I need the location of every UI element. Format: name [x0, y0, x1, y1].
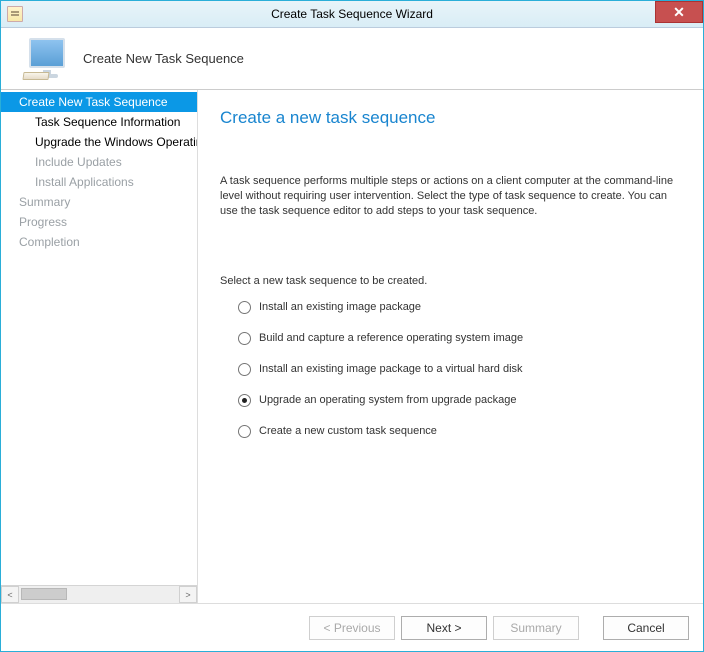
scroll-track[interactable]	[19, 586, 179, 603]
nav-list: Create New Task Sequence Task Sequence I…	[1, 90, 197, 585]
sidebar-horizontal-scrollbar[interactable]: < >	[1, 585, 197, 603]
titlebar[interactable]: Create Task Sequence Wizard ✕	[1, 1, 703, 28]
cancel-button[interactable]: Cancel	[603, 616, 689, 640]
nav-upgrade-windows-os[interactable]: Upgrade the Windows Operating System	[1, 132, 197, 152]
nav-completion[interactable]: Completion	[1, 232, 197, 252]
close-button[interactable]: ✕	[655, 1, 703, 23]
radio-icon	[238, 301, 251, 314]
window-title: Create Task Sequence Wizard	[1, 7, 703, 21]
nav-create-new-task-sequence[interactable]: Create New Task Sequence	[1, 92, 197, 112]
header: Create New Task Sequence	[1, 28, 703, 90]
previous-button[interactable]: < Previous	[309, 616, 395, 640]
option-label: Upgrade an operating system from upgrade…	[259, 394, 516, 406]
radio-icon	[238, 332, 251, 345]
nav-summary[interactable]: Summary	[1, 192, 197, 212]
next-button[interactable]: Next >	[401, 616, 487, 640]
option-label: Build and capture a reference operating …	[259, 332, 523, 344]
page-description: A task sequence performs multiple steps …	[220, 174, 683, 219]
nav-progress[interactable]: Progress	[1, 212, 197, 232]
option-install-to-vhd[interactable]: Install an existing image package to a v…	[238, 363, 683, 376]
wizard-window: Create Task Sequence Wizard ✕ Create New…	[0, 0, 704, 652]
summary-button[interactable]: Summary	[493, 616, 579, 640]
option-label: Create a new custom task sequence	[259, 425, 437, 437]
header-subtitle: Create New Task Sequence	[83, 51, 244, 66]
scroll-thumb[interactable]	[21, 588, 67, 600]
scroll-right-button[interactable]: >	[179, 586, 197, 603]
option-build-and-capture[interactable]: Build and capture a reference operating …	[238, 332, 683, 345]
nav-install-applications[interactable]: Install Applications	[1, 172, 197, 192]
radio-icon	[238, 394, 251, 407]
radio-group: Install an existing image package Build …	[220, 301, 683, 456]
nav-task-sequence-information[interactable]: Task Sequence Information	[1, 112, 197, 132]
radio-icon	[238, 425, 251, 438]
close-icon: ✕	[673, 4, 685, 21]
option-custom-task-sequence[interactable]: Create a new custom task sequence	[238, 425, 683, 438]
option-install-existing-image[interactable]: Install an existing image package	[238, 301, 683, 314]
option-label: Install an existing image package	[259, 301, 421, 313]
page-heading: Create a new task sequence	[220, 108, 683, 128]
prompt-text: Select a new task sequence to be created…	[220, 275, 683, 287]
footer: < Previous Next > Summary Cancel	[1, 603, 703, 651]
body: Create New Task Sequence Task Sequence I…	[1, 90, 703, 603]
option-upgrade-os[interactable]: Upgrade an operating system from upgrade…	[238, 394, 683, 407]
nav-include-updates[interactable]: Include Updates	[1, 152, 197, 172]
option-label: Install an existing image package to a v…	[259, 363, 523, 375]
scroll-left-button[interactable]: <	[1, 586, 19, 603]
computer-icon	[23, 38, 71, 80]
content-panel: Create a new task sequence A task sequen…	[198, 90, 703, 603]
radio-icon	[238, 363, 251, 376]
sidebar: Create New Task Sequence Task Sequence I…	[1, 90, 198, 603]
